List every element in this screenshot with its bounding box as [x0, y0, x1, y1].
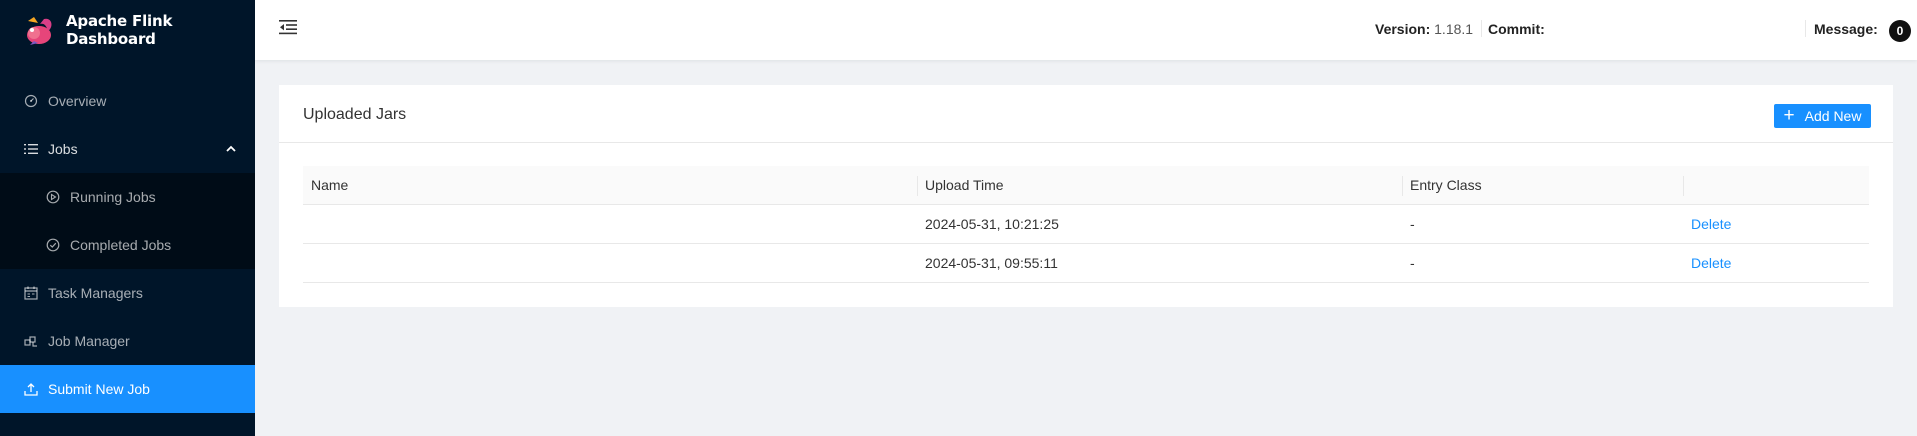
uploaded-jars-card: Uploaded Jars + Add New Name Upload Time…: [279, 85, 1893, 307]
sidebar-item-label: Jobs: [48, 141, 78, 157]
jar-name-cell: [303, 244, 917, 282]
table-header: Name Upload Time Entry Class: [303, 166, 1869, 205]
dashboard-icon: [24, 94, 38, 108]
sidebar-item-label: Job Manager: [48, 333, 130, 349]
header-divider: [1481, 20, 1482, 37]
add-new-button[interactable]: + Add New: [1774, 104, 1871, 128]
jobs-submenu: Running Jobs Completed Jobs: [0, 173, 255, 269]
top-header: Version: 1.18.1 Commit: Message: 0: [255, 0, 1917, 60]
flink-squirrel-logo-icon: [22, 13, 56, 47]
table-row[interactable]: 2024-05-31, 10:21:25 - Delete: [303, 205, 1869, 244]
commit-info: Commit:: [1488, 21, 1545, 37]
column-header-name[interactable]: Name: [303, 166, 917, 204]
delete-link[interactable]: Delete: [1691, 255, 1731, 271]
column-divider: [1402, 176, 1403, 196]
table-row[interactable]: 2024-05-31, 09:55:11 - Delete: [303, 244, 1869, 283]
sidebar-item-running-jobs[interactable]: Running Jobs: [0, 173, 255, 221]
schedule-icon: [24, 286, 38, 300]
sidebar-item-task-managers[interactable]: Task Managers: [0, 269, 255, 317]
sidebar-item-label: Submit New Job: [48, 381, 150, 397]
logo-area[interactable]: Apache Flink Dashboard: [0, 0, 255, 60]
column-header-entry-class[interactable]: Entry Class: [1402, 166, 1683, 204]
card-title: Uploaded Jars: [303, 106, 407, 123]
version-label: Version:: [1375, 21, 1431, 37]
play-circle-icon: [46, 190, 60, 204]
entry-class-cell: -: [1410, 255, 1415, 271]
sidebar-item-overview[interactable]: Overview: [0, 77, 255, 125]
card-header: Uploaded Jars + Add New: [279, 85, 1893, 143]
check-circle-icon: [46, 238, 60, 252]
message-count-badge[interactable]: 0: [1889, 20, 1911, 42]
add-new-label: Add New: [1804, 108, 1862, 124]
sidebar-item-completed-jobs[interactable]: Completed Jobs: [0, 221, 255, 269]
list-icon: [24, 142, 38, 156]
column-divider: [917, 176, 918, 196]
version-value: 1.18.1: [1434, 21, 1474, 37]
message-label: Message:: [1814, 21, 1878, 37]
build-icon: [24, 334, 38, 348]
chevron-up-icon: [225, 142, 237, 154]
sidebar-item-label: Overview: [48, 93, 107, 109]
sidebar-nav: Overview Jobs Running Jobs Completed Job…: [0, 77, 255, 413]
column-header-actions: [1683, 166, 1869, 204]
app-title: Apache Flink Dashboard: [66, 12, 173, 48]
entry-class-cell: -: [1410, 216, 1415, 232]
sidebar: Apache Flink Dashboard Overview Jobs Run…: [0, 0, 255, 436]
sidebar-item-submit-new-job[interactable]: Submit New Job: [0, 365, 255, 413]
sidebar-item-label: Task Managers: [48, 285, 143, 301]
column-header-upload-time[interactable]: Upload Time: [917, 166, 1402, 204]
jars-table: Name Upload Time Entry Class 2024-05-31,…: [303, 166, 1869, 283]
version-info: Version: 1.18.1: [1375, 21, 1473, 37]
upload-icon: [24, 382, 38, 396]
header-divider: [1805, 20, 1806, 37]
sidebar-item-jobs[interactable]: Jobs: [0, 125, 255, 173]
message-info: Message:: [1814, 21, 1878, 37]
menu-fold-icon[interactable]: [279, 19, 297, 35]
upload-time-cell: 2024-05-31, 09:55:11: [925, 255, 1058, 271]
sidebar-item-label: Running Jobs: [70, 189, 156, 205]
commit-label: Commit:: [1488, 21, 1545, 37]
delete-link[interactable]: Delete: [1691, 216, 1731, 232]
jar-name-cell: [303, 205, 917, 243]
plus-icon: +: [1783, 105, 1795, 126]
sidebar-item-job-manager[interactable]: Job Manager: [0, 317, 255, 365]
upload-time-cell: 2024-05-31, 10:21:25: [925, 216, 1059, 232]
sidebar-item-label: Completed Jobs: [70, 237, 172, 253]
column-divider: [1683, 176, 1684, 196]
